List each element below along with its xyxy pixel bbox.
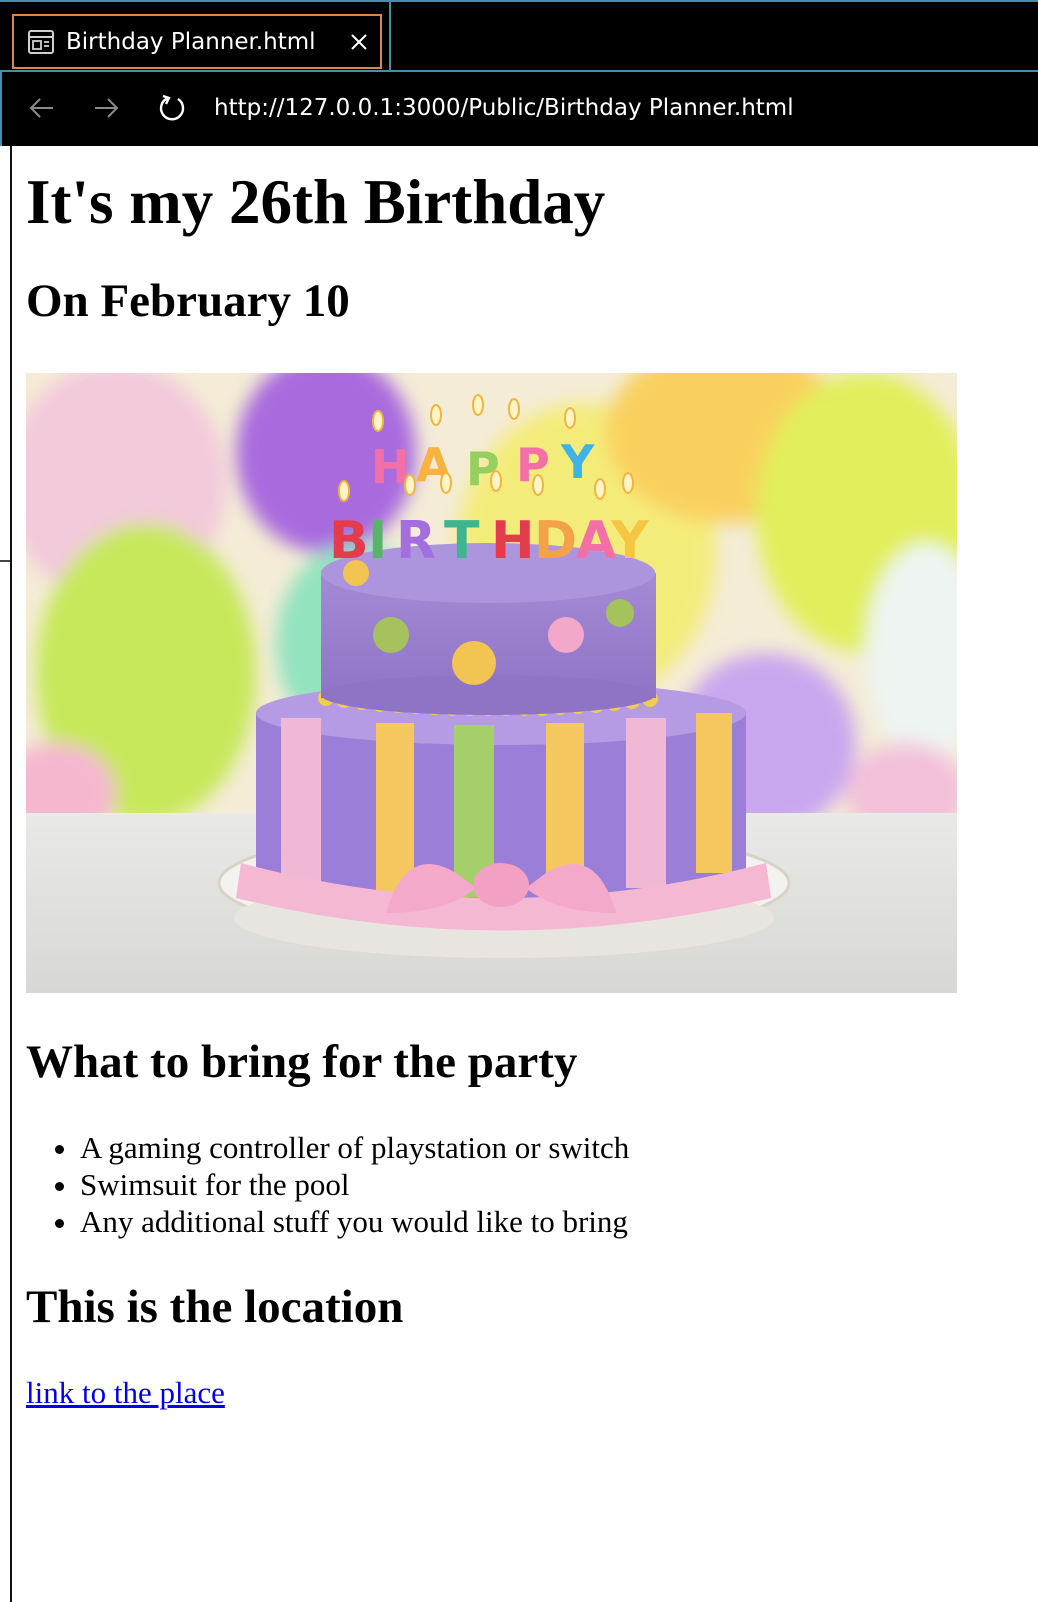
window-edge bbox=[10, 146, 12, 1602]
location-heading: This is the location bbox=[26, 1281, 404, 1333]
page-layout-icon bbox=[28, 29, 54, 54]
svg-text:D: D bbox=[534, 511, 577, 571]
svg-text:B: B bbox=[329, 511, 369, 571]
arrow-left-icon[interactable] bbox=[26, 92, 58, 124]
bring-list: A gaming controller of playstation or sw… bbox=[26, 1129, 1016, 1240]
page-title: It's my 26th Birthday bbox=[26, 167, 606, 237]
tab-title: Birthday Planner.html bbox=[66, 28, 316, 55]
close-icon[interactable] bbox=[348, 31, 370, 53]
party-date: On February 10 bbox=[26, 275, 350, 327]
arrow-right-icon[interactable] bbox=[90, 92, 122, 124]
window-edge-accent bbox=[0, 72, 2, 146]
svg-text:H: H bbox=[491, 511, 535, 571]
list-item: Any additional stuff you would like to b… bbox=[80, 1203, 1016, 1240]
navigation-bar: http://127.0.0.1:3000/Public/Birthday Pl… bbox=[0, 72, 1038, 146]
reload-icon[interactable] bbox=[156, 92, 188, 124]
tab-divider bbox=[389, 2, 391, 70]
window-edge-tick bbox=[0, 560, 10, 562]
page-content: It's my 26th Birthday On February 10 H A… bbox=[26, 146, 1016, 1411]
tab-strip: Birthday Planner.html bbox=[0, 0, 1038, 72]
list-item: A gaming controller of playstation or sw… bbox=[80, 1129, 1016, 1166]
svg-text:R: R bbox=[396, 511, 436, 571]
tab-birthday-planner[interactable]: Birthday Planner.html bbox=[12, 14, 382, 69]
svg-text:I: I bbox=[368, 511, 387, 571]
birthday-cake-image: H A P P Y B I R T H D A Y bbox=[26, 373, 957, 993]
list-item: Swimsuit for the pool bbox=[80, 1166, 1016, 1203]
svg-text:Y: Y bbox=[560, 435, 595, 489]
browser-window: Birthday Planner.html http://127.0.0.1:3… bbox=[0, 0, 1038, 1602]
svg-text:Y: Y bbox=[610, 511, 650, 571]
address-bar-url[interactable]: http://127.0.0.1:3000/Public/Birthday Pl… bbox=[214, 90, 794, 126]
location-link[interactable]: link to the place bbox=[26, 1374, 225, 1411]
svg-text:H: H bbox=[371, 440, 410, 494]
bring-heading: What to bring for the party bbox=[26, 1036, 578, 1088]
svg-text:T: T bbox=[444, 511, 480, 571]
